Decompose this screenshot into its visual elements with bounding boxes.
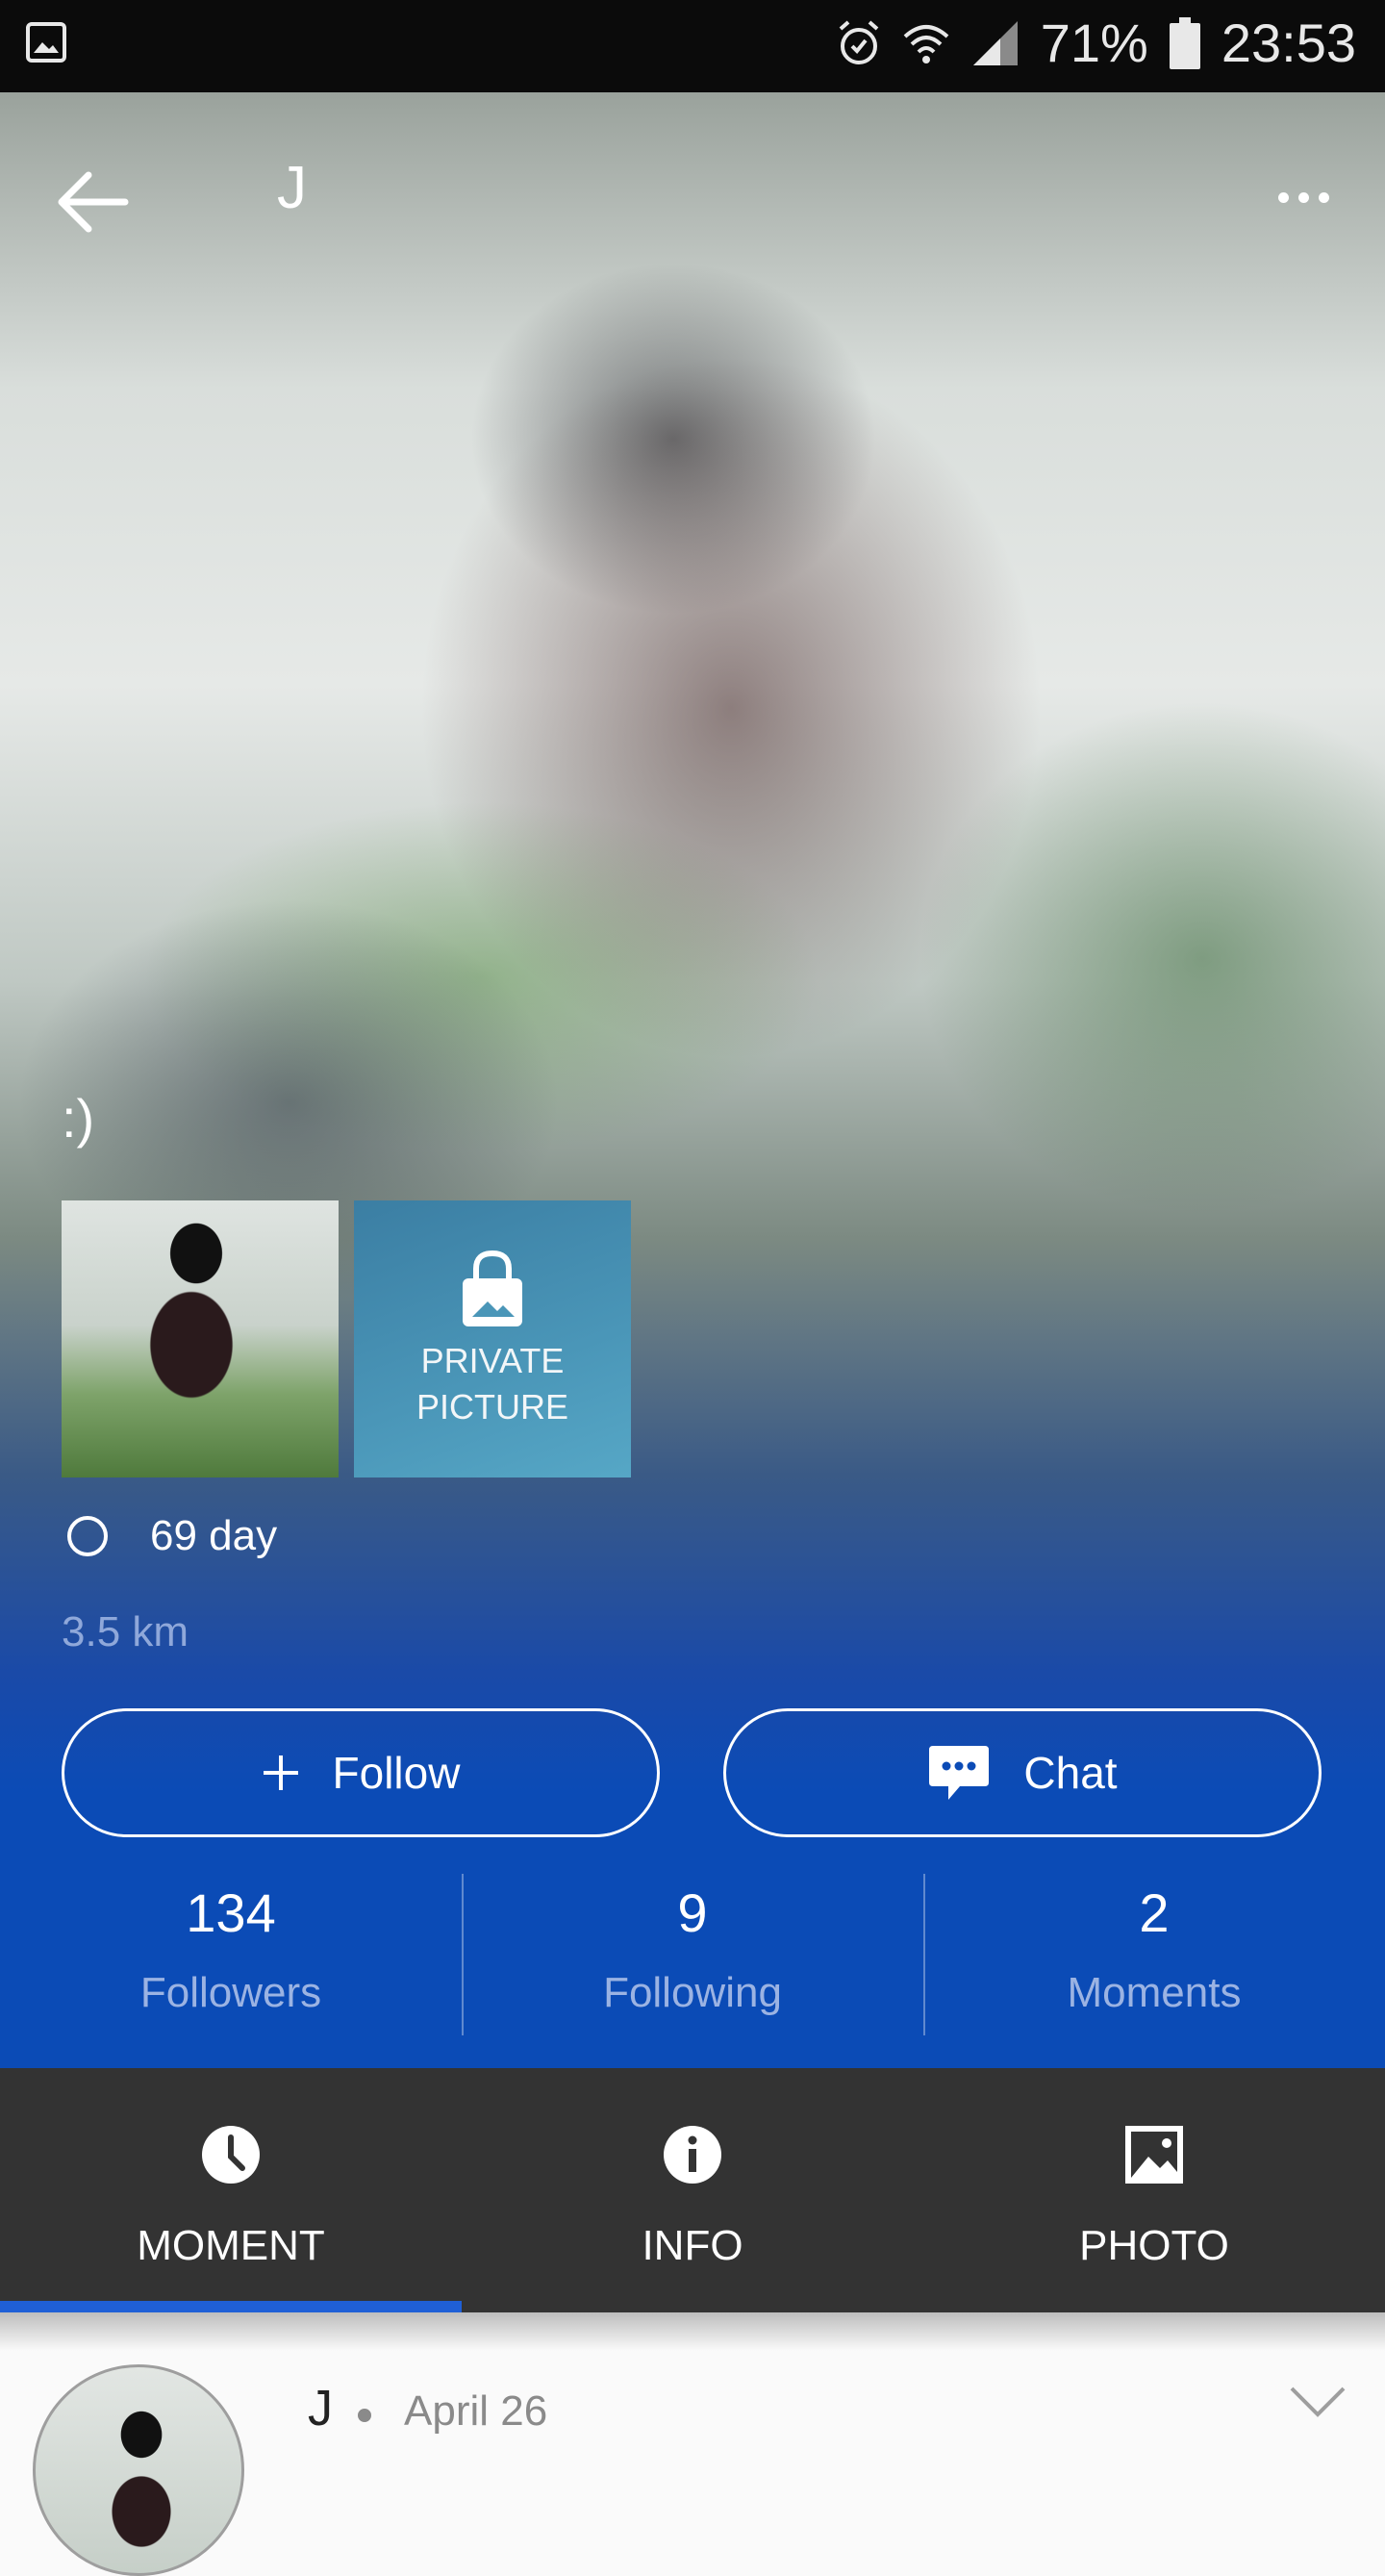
profile-tabs: MOMENT INFO PHOTO — [0, 2068, 1385, 2312]
stat-following[interactable]: 9 Following — [462, 1874, 923, 2035]
tab-info[interactable]: INFO — [462, 2068, 923, 2312]
tab-moment[interactable]: MOMENT — [0, 2068, 462, 2312]
profile-photo-thumbnail[interactable] — [62, 1200, 339, 1477]
private-picture-label: PRIVATE PICTURE — [416, 1341, 568, 1427]
tab-shadow — [0, 2312, 1385, 2351]
post-date: April 26 — [404, 2387, 548, 2435]
chevron-down-icon — [1290, 2387, 1346, 2417]
post-options-button[interactable] — [1289, 2386, 1347, 2423]
follow-label: Follow — [332, 1748, 461, 1798]
post-author[interactable]: J — [308, 2380, 333, 2437]
more-options-button[interactable] — [1270, 173, 1337, 221]
tab-info-label: INFO — [642, 2222, 743, 2269]
follow-button[interactable]: Follow — [62, 1708, 660, 1837]
moment-post: J April 26 — [0, 2351, 1385, 2576]
followers-count: 134 — [186, 1882, 276, 1943]
private-picture-thumbnail[interactable]: PRIVATE PICTURE — [354, 1200, 631, 1477]
stat-followers[interactable]: 134 Followers — [0, 1874, 462, 2035]
tab-photo-label: PHOTO — [1079, 2222, 1229, 2269]
plus-icon — [263, 1755, 298, 1790]
signal-icon — [971, 19, 1020, 67]
stat-moments[interactable]: 2 Moments — [923, 1874, 1385, 2035]
back-arrow-icon — [58, 171, 129, 233]
photo-icon — [1125, 2126, 1183, 2184]
info-icon — [664, 2126, 721, 2184]
moments-count: 2 — [1139, 1882, 1170, 1943]
gallery-icon — [25, 21, 67, 68]
alarm-icon — [837, 19, 881, 67]
avatar[interactable] — [33, 2364, 244, 2576]
profile-status: :) — [62, 1088, 95, 1149]
active-tab-indicator — [0, 2301, 462, 2312]
battery-icon — [1169, 16, 1200, 69]
status-bar: 71% 23:53 — [0, 0, 1385, 92]
chat-label: Chat — [1023, 1748, 1118, 1798]
profile-name: J — [277, 155, 307, 221]
following-label: Following — [603, 1969, 782, 2016]
profile-stats: 134 Followers 9 Following 2 Moments — [0, 1874, 1385, 2035]
followers-label: Followers — [139, 1969, 322, 2016]
back-button[interactable] — [54, 162, 135, 242]
moments-label: Moments — [1067, 1969, 1242, 2016]
more-dots-icon — [1277, 191, 1289, 203]
active-days-row: 69 day — [67, 1512, 277, 1560]
following-count: 9 — [677, 1882, 708, 1943]
lock-icon — [463, 1250, 522, 1326]
wifi-icon — [902, 19, 950, 67]
battery-level: 71% — [1040, 13, 1148, 73]
status-circle-icon — [67, 1516, 108, 1556]
tab-photo[interactable]: PHOTO — [923, 2068, 1385, 2312]
active-days: 69 day — [150, 1512, 278, 1559]
clock-time: 23:53 — [1221, 13, 1356, 73]
chat-button[interactable]: Chat — [723, 1708, 1322, 1837]
distance: 3.5 km — [62, 1608, 189, 1655]
clock-icon — [202, 2126, 260, 2184]
separator-dot — [358, 2409, 371, 2422]
tab-moment-label: MOMENT — [137, 2222, 325, 2269]
chat-bubble-icon — [929, 1746, 990, 1800]
